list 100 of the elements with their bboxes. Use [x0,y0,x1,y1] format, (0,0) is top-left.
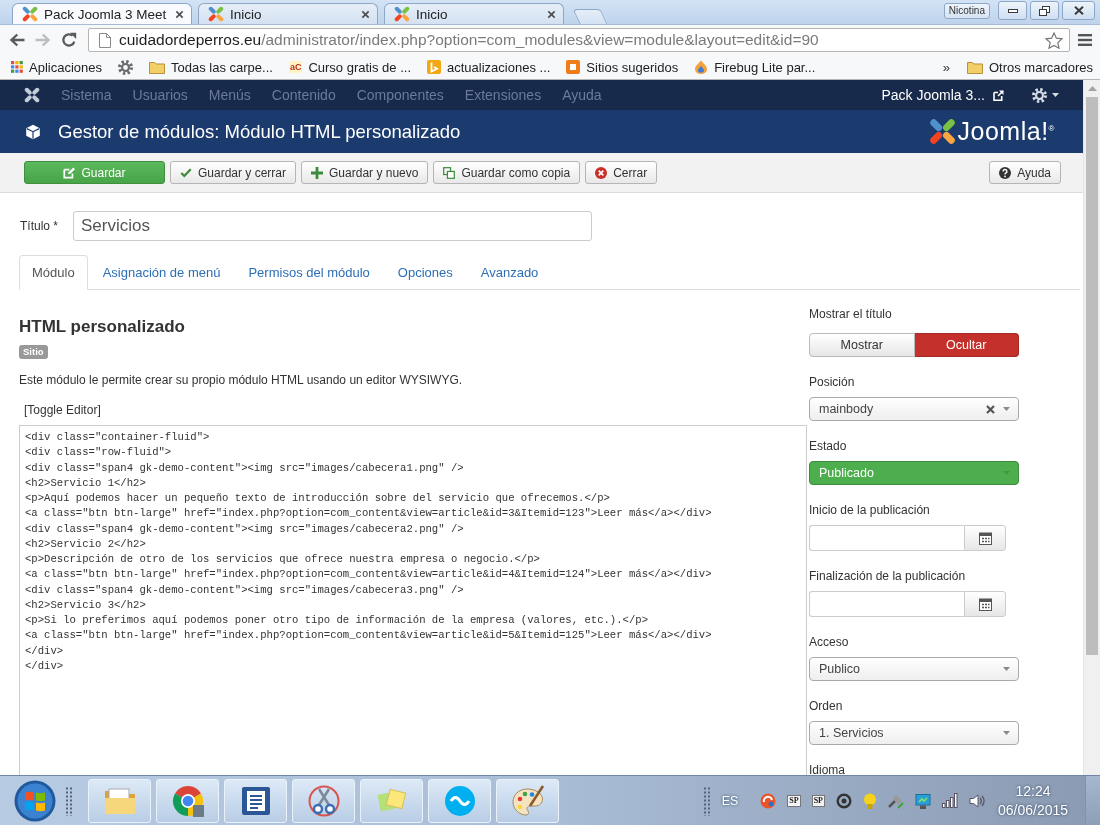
restore-icon [1039,5,1050,16]
clock-date: 06/06/2015 [997,800,1069,820]
dropdown[interactable]: Publico [809,657,1019,681]
menu-icon[interactable] [1078,34,1092,46]
bookmark[interactable]: actualizaciones ... [426,57,552,77]
field-label: Mostrar el título [809,306,892,323]
code-line: <a class="btn btn-large" href="index.php?option=com_content&view=article&id=3&Itemid=123">Leer más</a></div> [25,506,712,522]
document-icon [240,785,271,816]
folder-icon [966,60,983,74]
folder-icon [102,785,137,816]
settings-icon [1032,87,1047,103]
code-line: </div> [25,643,64,659]
signal-icon[interactable] [942,793,958,808]
bookmark[interactable]: Firebug Lite par... [693,57,817,77]
browser-tab[interactable]: Inicio [384,3,564,24]
date-input-field[interactable] [809,591,964,617]
more-bookmarks-button[interactable]: » [940,59,952,75]
plus-icon [311,166,324,179]
close-icon[interactable] [547,9,556,19]
taskbar-button[interactable] [292,778,355,823]
close-button[interactable]: Cerrar [585,161,658,184]
field-label: Orden [809,698,843,715]
calendar-button[interactable] [964,591,1006,617]
star-icon[interactable] [1045,31,1063,49]
field-label: Finalización de la publicación [809,568,966,585]
logo-icon[interactable] [24,87,40,103]
flame-icon [694,60,709,74]
square-icon [566,60,581,74]
reload-icon[interactable] [61,32,77,48]
toggle-option[interactable]: Mostrar [809,333,915,357]
tab[interactable]: Asignación de menú [89,255,234,290]
field-label: Inicio de la publicación [809,502,930,519]
favicon-logo: aC [288,61,303,73]
code-line: <a class="btn btn-large" href="index.php?option=com_content&view=article&id=4&Itemid=124">Leer más</a></div> [25,567,712,583]
favicon-icon [208,6,224,22]
bookmark[interactable]: Aplicaciones [10,57,103,77]
title-input[interactable]: Servicios [73,211,592,241]
speaker-icon[interactable] [969,792,985,809]
scrollbar-thumb[interactable] [1086,97,1098,655]
taskbar-button[interactable] [224,778,287,823]
wave-icon [443,784,476,817]
scrollbar[interactable] [1083,80,1100,775]
code-line: <h2>Servicio 2</h2> [25,536,146,552]
browser-tab[interactable]: Pack Joomla 3 Meet [12,3,192,24]
restore-button[interactable] [1030,1,1059,20]
close-icon [1073,6,1084,15]
caret-icon [1003,667,1010,671]
bookmark[interactable]: Todas las carpe... [148,57,274,77]
tab[interactable]: Opciones [384,255,466,290]
close-icon[interactable] [175,9,184,19]
gear-icon [118,59,133,75]
clear-icon[interactable] [986,404,995,414]
close-icon[interactable] [361,9,370,19]
tile-icon [427,60,441,74]
code-line: <div class="span4 gk-demo-content"><img src="images/cabecera1.png" /> [25,460,464,476]
browser-tab[interactable]: Inicio [198,3,378,24]
tray-tile[interactable]: SP [787,794,801,807]
profile-button[interactable]: Nicotina [943,3,990,19]
caret-icon [1052,93,1059,97]
save-and-new-button[interactable]: Guardar y nuevo [301,161,429,184]
back-icon[interactable] [9,33,25,47]
taskbar-button[interactable] [496,778,559,823]
save-as-copy-button[interactable]: Guardar como copia [433,161,581,184]
field-label: Estado [809,438,847,455]
scissors-icon [307,784,340,817]
field-label: Posición [809,374,855,391]
bookmark[interactable] [117,57,134,77]
address-field[interactable]: cuidadordeperros.eu/administrator/index.php?option=com_modules&view=module&layout=edit&id=90 [88,28,1070,52]
module-description: Este módulo le permite crear su propio módulo HTML usando un editor WYSIWYG. [19,372,463,389]
dropdown[interactable]: mainbody [809,397,1019,421]
check-icon [180,166,192,179]
close-window-button[interactable] [1062,1,1095,20]
code-line: <div class="span4 gk-demo-content"><img src="images/cabecera2.png" /> [25,521,464,537]
bookmark[interactable]: Sitios sugeridos [565,57,680,77]
calendar-button[interactable] [964,525,1006,551]
ring-icon[interactable] [836,792,852,809]
bookmark[interactable]: Otros marcadores [965,57,1094,77]
minimize-button[interactable] [998,1,1027,20]
toggle-editor-link[interactable]: [Toggle Editor] [24,401,101,419]
swirl-icon[interactable] [760,792,777,809]
dropdown[interactable]: 1. Servicios [809,721,1019,745]
external-link-icon [993,89,1004,101]
toggle-option[interactable]: Ocultar [914,333,1019,357]
tool-icon[interactable] [888,792,904,809]
start-orb-icon[interactable] [14,779,56,822]
save-and-close-button[interactable]: Guardar y cerrar [170,161,297,184]
tab[interactable]: Avanzado [467,255,552,290]
settings-button[interactable] [1032,87,1059,103]
favicon-icon [394,6,410,22]
bookmark[interactable]: aC Curso gratis de ... [287,57,412,77]
tab[interactable]: Permisos del módulo [235,255,383,290]
edit-icon [63,166,76,179]
taskbar-button[interactable] [156,778,219,823]
site-link[interactable]: Pack Joomla 3... [881,87,985,103]
monitor-icon[interactable] [915,792,931,809]
favicon-icon [22,6,38,22]
help-button[interactable]: Ayuda [989,161,1061,184]
tray-tile[interactable]: SP [811,794,825,807]
tab[interactable]: Módulo [19,255,88,290]
date-input-field[interactable] [809,525,964,551]
